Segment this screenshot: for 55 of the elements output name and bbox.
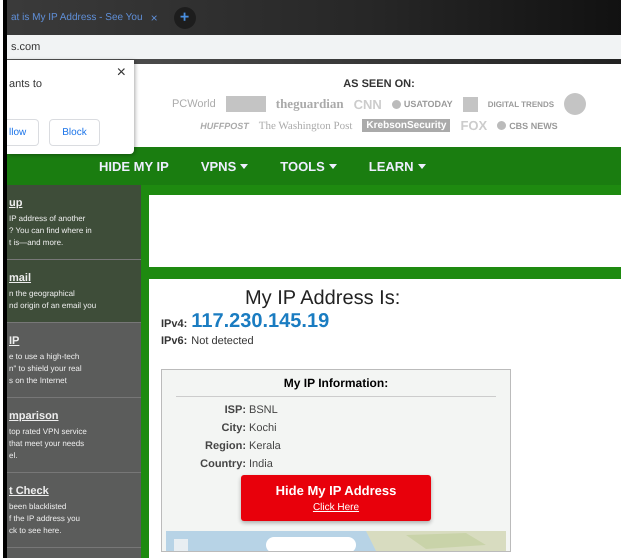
close-button[interactable]: ×	[116, 64, 126, 82]
popup-text: ants to	[8, 78, 44, 90]
field-value: India	[249, 458, 273, 470]
sidebar-text: n the geographical nd origin of an email you	[9, 288, 98, 312]
browser-tab[interactable]: at is My IP Address - See You ×	[7, 10, 162, 24]
sidebar-link[interactable]: mail	[9, 272, 32, 284]
logo-icon	[226, 96, 266, 112]
sidebar-text: IP address of another ? You can find where in t is—and more.	[9, 213, 93, 249]
dot-icon	[497, 121, 506, 130]
dot-icon	[392, 100, 401, 108]
sidebar-text: top rated VPN service that meet your needs el.	[9, 426, 88, 462]
new-tab-button[interactable]: +	[174, 6, 196, 28]
sidebar-link[interactable]: IP	[9, 335, 20, 347]
ipv6-value: Not detected	[191, 335, 254, 347]
block-button[interactable]: Block	[49, 119, 100, 146]
field-label: ISP:	[224, 404, 246, 416]
section-heading: AS SEEN ON:	[343, 78, 415, 90]
field-label: City:	[220, 422, 246, 434]
panel-title: My IP Information:	[282, 375, 390, 392]
field-label: Region:	[204, 440, 246, 452]
click-here-link[interactable]: Click Here	[312, 502, 360, 513]
nav-item[interactable]: LEARN	[368, 158, 426, 174]
logo-text: DIGITAL TRENDS	[488, 100, 554, 108]
ip-address: 117.230.145.19	[191, 310, 330, 333]
logo-text: PCWorld	[172, 98, 216, 110]
field-value: BSNL	[249, 404, 278, 416]
sidebar-link[interactable]: t Check	[9, 485, 49, 497]
button-title: Hide My IP Address	[276, 483, 396, 498]
ipv4-label: IPv4:	[161, 318, 188, 330]
logo-text: theguardian	[276, 96, 344, 112]
sidebar-text: e to use a high-tech n" to shield your real s on the Internet	[9, 351, 83, 387]
url-text: s.com	[11, 41, 40, 53]
circle-logo-icon	[564, 93, 586, 115]
hide-ip-button[interactable]: Hide My IP Address Click Here	[241, 475, 431, 521]
logo-text: HUFFPOST	[200, 120, 249, 130]
nav-item[interactable]: TOOLS	[280, 158, 337, 174]
field-value: Kerala	[249, 440, 281, 452]
page-heading: My IP Address Is:	[244, 287, 402, 310]
logo-text: CBS NEWS	[509, 120, 558, 130]
logo-text: USATODAY	[404, 99, 453, 109]
sidebar-text: been blacklisted f the IP address you ck to see here.	[9, 501, 82, 537]
field-label: Country:	[199, 458, 246, 470]
close-icon[interactable]: ×	[150, 10, 158, 24]
logo-text: KrebsonSecurity	[362, 119, 450, 132]
field-value: Kochi	[249, 422, 277, 434]
allow-button[interactable]: llow	[7, 119, 40, 146]
nav-item[interactable]: VPNS	[200, 158, 248, 174]
nav-item[interactable]: HIDE MY IP	[99, 158, 169, 174]
sidebar-link[interactable]: mparison	[9, 410, 59, 422]
ipv6-label: IPv6:	[161, 335, 188, 347]
logo-text: The Washington Post	[258, 120, 352, 132]
address-bar[interactable]: s.com	[7, 35, 621, 59]
sidebar-link[interactable]: up	[9, 197, 22, 209]
tab-title: at is My IP Address - See You	[11, 12, 143, 23]
plus-logo-icon	[462, 96, 478, 112]
